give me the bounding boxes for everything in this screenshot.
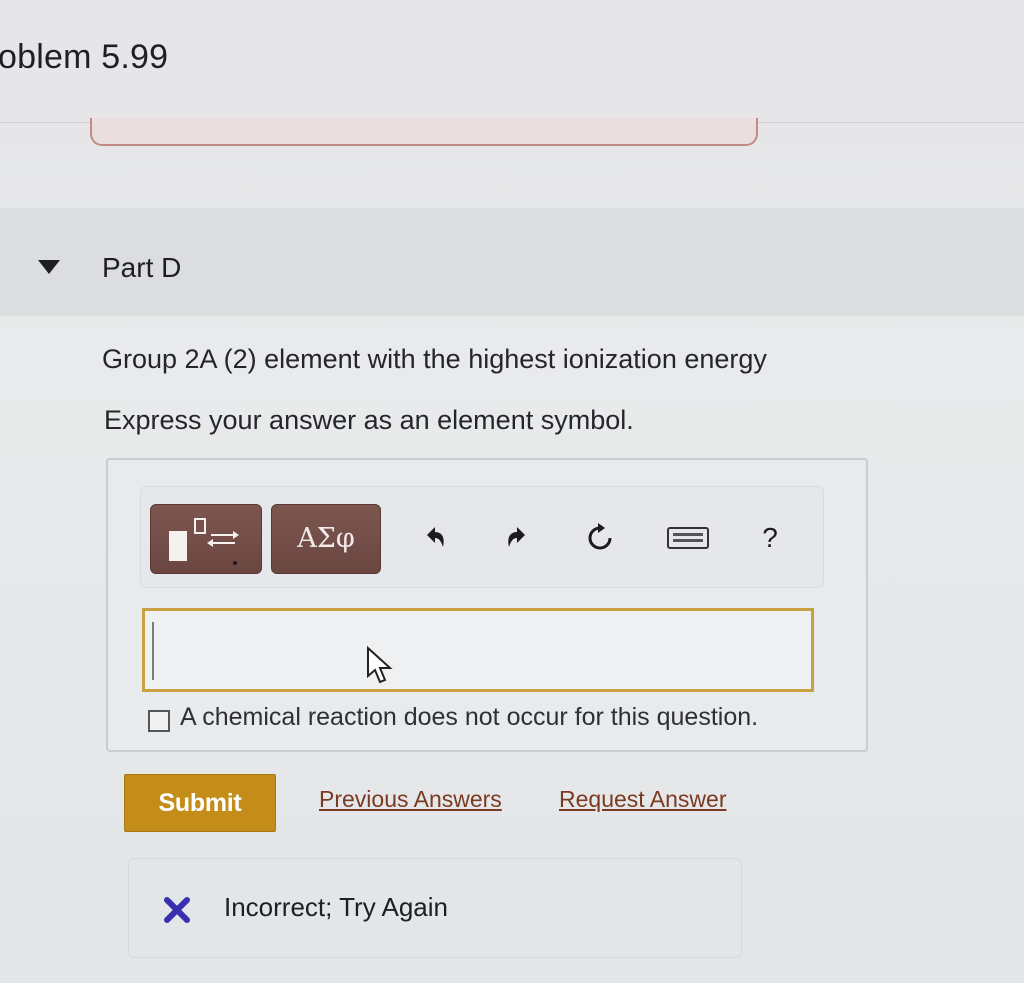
reset-icon[interactable] [582, 520, 618, 556]
help-icon[interactable]: ? [752, 520, 788, 556]
keyboard-icon[interactable] [666, 520, 710, 556]
problem-header: oblem 5.99 [0, 0, 1024, 123]
text-cursor [152, 622, 154, 680]
answer-input[interactable] [142, 608, 814, 692]
answer-instruction: Express your answer as an element symbol… [104, 405, 634, 435]
templates-icon [169, 518, 239, 565]
previous-answers-link[interactable]: Previous Answers [319, 786, 502, 813]
question-prompt: Group 2A (2) element with the highest io… [102, 344, 767, 374]
part-label[interactable]: Part D [102, 252, 181, 284]
templates-button[interactable] [150, 504, 262, 574]
submit-button[interactable]: Submit [124, 774, 276, 832]
symbols-button[interactable]: ΑΣφ [271, 504, 381, 574]
collapse-caret-icon[interactable] [38, 260, 60, 274]
no-reaction-checkbox[interactable] [148, 710, 170, 732]
previous-part-feedback-box [90, 118, 758, 146]
feedback-status-text: Incorrect; Try Again [224, 892, 448, 922]
undo-icon[interactable] [416, 520, 452, 556]
mouse-pointer-icon [367, 645, 393, 684]
incorrect-x-icon [164, 897, 190, 923]
symbols-label: ΑΣφ [297, 523, 355, 554]
request-answer-link[interactable]: Request Answer [559, 786, 726, 813]
redo-icon[interactable] [500, 520, 536, 556]
problem-title: oblem 5.99 [0, 38, 169, 76]
help-label: ? [762, 522, 778, 553]
no-reaction-label[interactable]: A chemical reaction does not occur for t… [180, 703, 758, 732]
